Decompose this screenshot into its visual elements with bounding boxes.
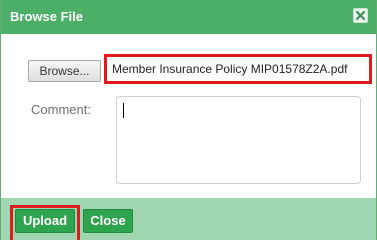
browse-button[interactable]: Browse... — [28, 60, 101, 82]
dialog-titlebar: Browse File — [1, 0, 376, 34]
upload-button[interactable]: Upload — [15, 209, 75, 233]
text-caret — [123, 103, 124, 118]
close-icon — [356, 11, 365, 20]
close-button[interactable]: Close — [83, 209, 133, 233]
close-x-icon[interactable] — [353, 8, 368, 23]
comment-label: Comment: — [31, 102, 91, 117]
dialog-title: Browse File — [10, 9, 83, 24]
comment-textarea[interactable] — [116, 96, 361, 184]
selected-file-name: Member Insurance Policy MIP01578Z2A.pdf — [104, 54, 372, 84]
browse-file-dialog: Browse File Browse... Member Insurance P… — [0, 0, 377, 240]
